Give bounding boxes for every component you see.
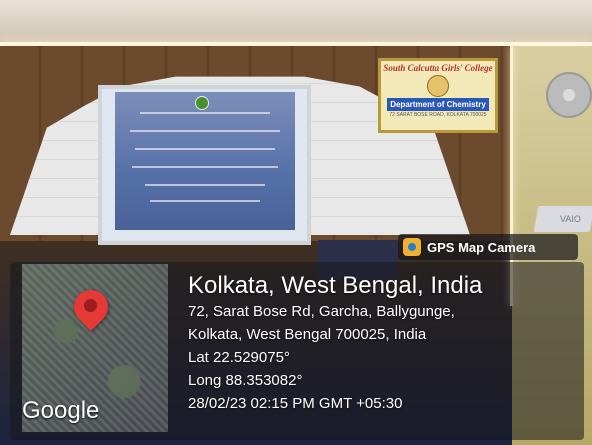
laptop-brand: VAIO (560, 214, 581, 224)
ceiling (0, 0, 592, 42)
sign-college-name: South Calcutta Girls' College (383, 63, 493, 73)
address-line-1: 72, Sarat Bose Rd, Garcha, Ballygunge, (188, 303, 455, 320)
location-details: Kolkata, West Bengal, India 72, Sarat Bo… (188, 272, 482, 415)
wall-fan-icon (546, 72, 592, 118)
gps-app-title: GPS Map Camera (427, 239, 536, 255)
sign-department: Department of Chemistry (387, 98, 489, 111)
latitude: Lat 22.529075° (188, 349, 290, 366)
slide-text-line (140, 112, 270, 114)
slide-logo (195, 96, 209, 110)
address-line-2: Kolkata, West Bengal 700025, India (188, 326, 427, 343)
pin-center (84, 299, 97, 312)
slide-text-line (130, 130, 280, 132)
sign-address: 72 SARAT BOSE ROAD, KOLKATA 700025 (389, 112, 487, 118)
slide-text-line (145, 184, 265, 186)
department-sign: South Calcutta Girls' College Department… (378, 58, 498, 133)
gps-camera-icon (403, 238, 421, 256)
college-emblem-icon (427, 75, 449, 97)
location-city: Kolkata, West Bengal, India (188, 272, 483, 299)
slide-text-line (150, 200, 260, 202)
google-logo: Google (22, 397, 100, 424)
slide-text-line (132, 166, 278, 168)
slide-text-line (135, 148, 275, 150)
event-photo: South Calcutta Girls' College Department… (0, 0, 592, 445)
longitude: Long 88.353082° (188, 372, 303, 389)
gps-app-tag: GPS Map Camera (398, 234, 578, 260)
timestamp: 28/02/23 02:15 PM GMT +05:30 (188, 395, 403, 412)
